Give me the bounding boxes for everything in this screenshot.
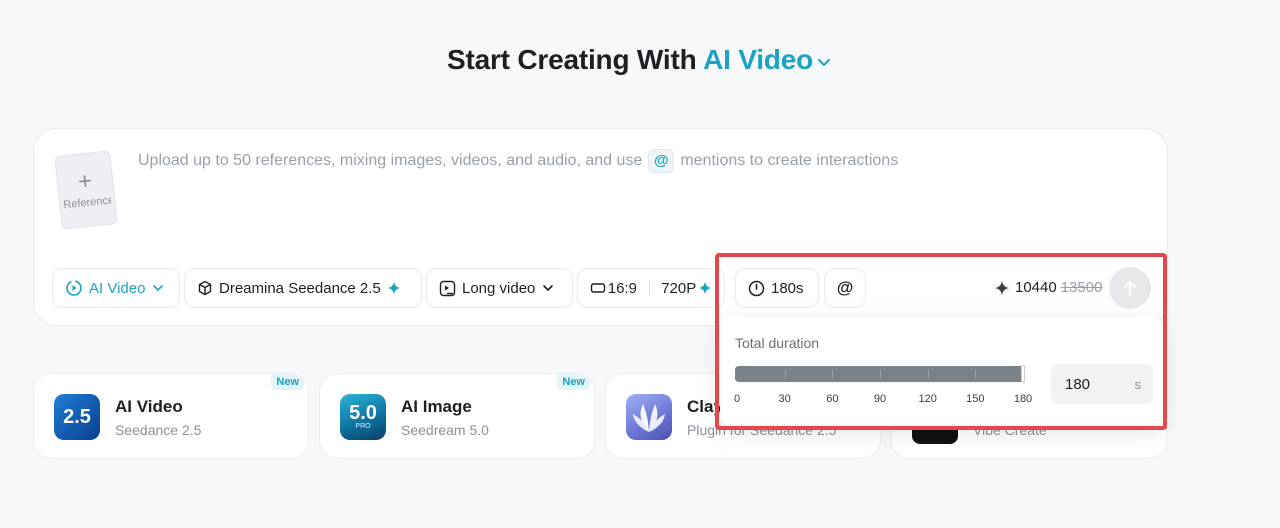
slider-tick <box>880 370 881 378</box>
new-badge: New <box>557 374 590 390</box>
long-video-icon <box>439 280 456 296</box>
slider-tick-label: 120 <box>918 393 937 405</box>
slider-tick-label: 90 <box>873 393 887 405</box>
model-select-label: Dreamina Seedance 2.5 <box>219 279 381 297</box>
slider-tick <box>975 370 977 378</box>
page-heading: Start Creating With AI Video <box>0 44 1280 76</box>
duration-input-value: 180 <box>1065 375 1091 393</box>
feature-card-ai-image[interactable]: 5.0 PRO AI Image Seedream 5.0 New <box>319 373 595 459</box>
credits-display: 10440 13500 <box>994 279 1102 296</box>
submit-button[interactable] <box>1109 267 1151 309</box>
card-title: AI Video <box>115 397 183 416</box>
add-reference-button[interactable]: + Reference <box>54 150 118 230</box>
seedance-icon-text: 2.5 <box>63 405 91 428</box>
lily-flower-icon <box>626 394 672 440</box>
prompt-placeholder-start: Upload up to 50 references, mixing image… <box>138 152 643 170</box>
cube-icon <box>198 280 212 296</box>
plus-icon: + <box>76 167 94 196</box>
mention-button[interactable]: @ <box>824 268 866 308</box>
sparkle-icon <box>698 281 712 295</box>
duration-slider[interactable] <box>735 365 1025 383</box>
aspect-ratio-label: 16:9 <box>607 279 637 297</box>
card-title: Clay <box>687 397 723 416</box>
new-badge: New <box>271 374 304 390</box>
duration-unit: s <box>1134 376 1142 392</box>
chevron-down-icon <box>153 285 164 292</box>
slider-tick-label: 60 <box>826 393 839 405</box>
seedream-icon-subtext: PRO <box>355 423 371 430</box>
duration-input[interactable]: 180 s <box>1051 364 1153 404</box>
slider-tick <box>927 370 929 378</box>
model-select[interactable]: Dreamina Seedance 2.5 <box>184 268 422 308</box>
slider-tick <box>832 370 834 378</box>
prompt-placeholder-end: mentions to create interactions <box>680 152 899 170</box>
reference-label: Reference <box>62 194 112 212</box>
slider-tick-label: 180 <box>1013 393 1033 405</box>
duration-slider-handle[interactable] <box>1021 365 1025 383</box>
duration-button[interactable]: 180s <box>735 268 819 308</box>
slider-tick-label: 150 <box>966 393 985 405</box>
mode-dropdown[interactable]: AI Video <box>703 44 833 75</box>
seedream-app-icon: 5.0 PRO <box>340 394 386 440</box>
seedream-icon-text: 5.0 <box>349 402 377 424</box>
prompt-input[interactable]: Upload up to 50 references, mixing image… <box>138 149 1138 173</box>
sparkle-icon <box>994 280 1010 295</box>
prompt-composer: + Reference Upload up to 50 references, … <box>33 128 1168 326</box>
card-subtitle: Seedream 5.0 <box>401 422 489 438</box>
length-select[interactable]: Long video <box>426 268 573 308</box>
credits-original: 13500 <box>1060 279 1103 296</box>
mode-select[interactable]: AI Video <box>52 268 180 308</box>
card-subtitle: Seedance 2.5 <box>115 422 202 438</box>
credits-value: 10440 <box>1015 279 1057 296</box>
video-play-icon <box>66 280 82 296</box>
arrow-up-icon <box>1123 280 1137 296</box>
slider-tick-label: 0 <box>733 393 741 405</box>
popover-title: Total duration <box>735 335 820 351</box>
slider-tick-label: 30 <box>778 393 791 405</box>
slider-tick <box>784 370 786 378</box>
length-select-label: Long video <box>462 279 536 297</box>
card-title: AI Image <box>401 397 472 416</box>
chevron-down-icon <box>817 58 830 66</box>
feature-card-ai-video[interactable]: 2.5 AI Video Seedance 2.5 New <box>33 373 309 459</box>
at-icon: @ <box>836 278 854 297</box>
mode-select-label: AI Video <box>89 279 146 297</box>
at-mention-chip: @ <box>648 149 675 173</box>
duration-popover: Total duration 0 30 60 90 120 150 180 180 s <box>720 317 1164 427</box>
aspect-ratio-icon <box>590 283 606 293</box>
heading-prefix: Start Creating With <box>447 44 697 75</box>
mode-dropdown-label: AI Video <box>703 44 813 75</box>
sparkle-icon <box>387 281 401 295</box>
duration-button-label: 180s <box>771 279 804 297</box>
aspect-resolution-select[interactable]: 16:9 720P <box>577 268 725 308</box>
clock-icon <box>748 280 765 296</box>
seedance-app-icon: 2.5 <box>54 394 100 440</box>
resolution-label: 720P <box>661 279 697 297</box>
chevron-down-icon <box>543 285 554 292</box>
